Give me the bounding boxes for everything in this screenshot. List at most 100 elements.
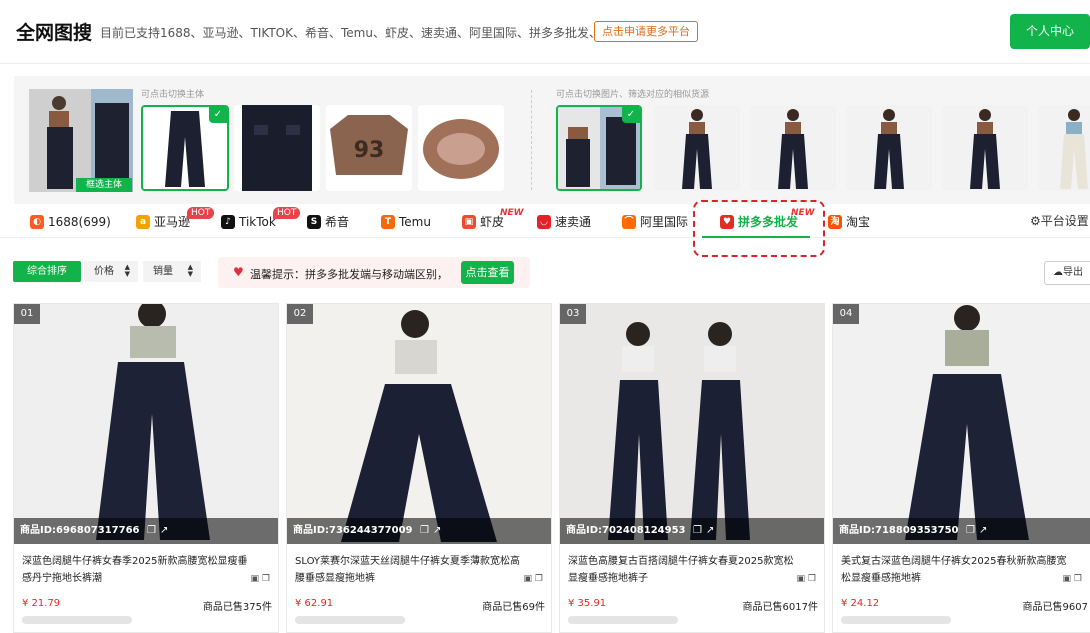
- external-link-icon[interactable]: ↗: [433, 525, 441, 536]
- product-image[interactable]: 02 商品ID:736244377009 ❐ ↗: [287, 304, 551, 544]
- product-title[interactable]: SLOY莱赛尔深蓝天丝阔腿牛仔裤女夏季薄款宽松高腰垂感显瘦拖地裤: [295, 553, 525, 587]
- hot-badge: HOT: [187, 207, 215, 219]
- copy-icon[interactable]: ❐: [147, 525, 156, 536]
- variant-3-graphic: [750, 105, 836, 191]
- image-search-icon[interactable]: ▣: [1063, 574, 1072, 584]
- tab-shopee[interactable]: ▣ 虾皮: [462, 205, 504, 238]
- platform-tabs: ◐ 1688(699) a 亚马逊 HOT ♪ TikTok HOT S 希音 …: [0, 205, 1090, 238]
- copy-icon[interactable]: ❐: [1074, 574, 1082, 584]
- variant-thumb-2[interactable]: [654, 105, 740, 191]
- cloud-download-icon: ☁: [1053, 267, 1063, 278]
- selected-check-icon: ✓: [622, 107, 640, 123]
- tab-shein[interactable]: S 希音: [307, 205, 349, 238]
- tab-temu[interactable]: T Temu: [381, 205, 431, 238]
- sort-sales-button[interactable]: 销量 ▲ ▼: [143, 261, 201, 282]
- tiktok-icon: ♪: [221, 214, 235, 229]
- sort-price-button[interactable]: 价格 ▲ ▼: [84, 261, 138, 282]
- view-details-button[interactable]: 点击查看: [461, 261, 514, 284]
- image-search-icon[interactable]: ▣: [797, 574, 806, 584]
- product-title[interactable]: 深蓝色阔腿牛仔裤女春季2025新款高腰宽松显瘦垂感丹宁拖地长裤潮: [22, 553, 252, 587]
- product-card[interactable]: 03 商品ID:702408124953 ❐ ↗ 深蓝色高腰复古百搭阔腿牛仔裤女春…: [559, 303, 825, 633]
- variant-thumb-6[interactable]: [1038, 105, 1090, 191]
- product-card[interactable]: 04 商品ID:718809353750 ❐ ↗ 美式复古深蓝色阔腿牛仔裤女202…: [832, 303, 1090, 633]
- action-icons: ▣ ❐: [797, 574, 816, 584]
- variant-thumb-1[interactable]: ✓: [556, 105, 642, 191]
- external-link-icon[interactable]: ↗: [160, 525, 168, 536]
- blurred-shop-name: [568, 616, 678, 624]
- product-sold-count: 商品已售9607: [1022, 602, 1088, 613]
- product-photo-4: [833, 304, 1090, 544]
- product-image[interactable]: 04 商品ID:718809353750 ❐ ↗: [833, 304, 1090, 544]
- product-title[interactable]: 美式复古深蓝色阔腿牛仔裤女2025春秋新款高腰宽松显瘦垂感拖地裤: [841, 553, 1071, 587]
- product-image[interactable]: 03 商品ID:702408124953 ❐ ↗: [560, 304, 824, 544]
- product-card[interactable]: 02 商品ID:736244377009 ❐ ↗ SLOY莱赛尔深蓝天丝阔腿牛仔裤…: [286, 303, 552, 633]
- 1688-icon: ◐: [30, 214, 44, 229]
- variant-thumb-5[interactable]: [942, 105, 1028, 191]
- platform-settings-button[interactable]: ⚙平台设置: [1030, 212, 1089, 229]
- copy-icon[interactable]: ❐: [693, 525, 702, 536]
- sort-arrows-icon: ▲ ▼: [187, 263, 193, 278]
- copy-icon[interactable]: ❐: [420, 525, 429, 536]
- frame-select-button[interactable]: 框选主体: [76, 178, 132, 192]
- external-link-icon[interactable]: ↗: [979, 525, 987, 536]
- page-title: 全网图搜: [16, 22, 93, 44]
- supported-platforms-text: 目前已支持1688、亚马逊、TIKTOK、希音、Temu、虾皮、速卖通、阿里国际…: [100, 26, 625, 40]
- variant-5-graphic: [942, 105, 1028, 191]
- subject-thumb-jeans-back[interactable]: [234, 105, 320, 191]
- copy-icon[interactable]: ❐: [808, 574, 816, 584]
- product-id-bar: 商品ID:702408124953 ❐ ↗: [560, 518, 824, 544]
- original-image[interactable]: [29, 89, 133, 192]
- product-price: ¥ 62.91: [295, 598, 334, 609]
- image-search-icon[interactable]: ▣: [251, 574, 260, 584]
- tab-aliexpress[interactable]: ◡ 速卖通: [537, 205, 591, 238]
- tshirt-graphic: 93: [326, 105, 412, 191]
- copy-icon[interactable]: ❐: [262, 574, 270, 584]
- notice-text: 温馨提示：拼多多批发端与移动端区别，: [250, 268, 448, 281]
- variant-thumb-4[interactable]: [846, 105, 932, 191]
- product-id: 商品ID:696807317766: [20, 525, 140, 536]
- switch-subject-hint: 可点击切换主体: [141, 90, 205, 100]
- product-image[interactable]: 01 商品ID:696807317766 ❐ ↗: [14, 304, 278, 544]
- tab-taobao[interactable]: 淘 淘宝: [828, 205, 870, 238]
- product-id-bar: 商品ID:718809353750 ❐ ↗: [833, 518, 1090, 544]
- product-id: 商品ID:702408124953: [566, 525, 686, 536]
- tab-label: 速卖通: [555, 215, 592, 229]
- tab-amazon[interactable]: a 亚马逊: [136, 205, 190, 238]
- apply-more-platforms-button[interactable]: 点击申请更多平台: [594, 21, 698, 42]
- sort-price-label: 价格: [94, 266, 114, 277]
- sort-arrows-icon: ▲ ▼: [124, 263, 130, 278]
- tab-label: TikTok: [239, 214, 276, 229]
- copy-icon[interactable]: ❐: [966, 525, 975, 536]
- tab-label: 淘宝: [846, 215, 871, 229]
- image-search-icon[interactable]: ▣: [524, 574, 533, 584]
- subject-thumb-jeans[interactable]: ✓: [141, 105, 229, 191]
- tab-alibaba[interactable]: ⌒ 阿里国际: [622, 205, 688, 238]
- tab-tiktok[interactable]: ♪ TikTok: [221, 205, 276, 238]
- tab-label: Temu: [399, 214, 431, 229]
- subject-thumb-fabric[interactable]: [418, 105, 504, 191]
- shopee-icon: ▣: [462, 214, 476, 229]
- variant-thumb-3[interactable]: [750, 105, 836, 191]
- rank-badge: 02: [287, 304, 313, 324]
- product-sold-count: 商品已售375件: [202, 602, 272, 613]
- amazon-icon: a: [136, 214, 150, 229]
- taobao-icon: 淘: [828, 214, 842, 229]
- rank-badge: 04: [833, 304, 859, 324]
- copy-icon[interactable]: ❐: [535, 574, 543, 584]
- subject-thumb-tshirt[interactable]: 93: [326, 105, 412, 191]
- export-button[interactable]: ☁导出: [1044, 261, 1090, 285]
- original-image-graphic: [29, 89, 133, 192]
- tab-1688[interactable]: ◐ 1688(699): [30, 205, 111, 238]
- product-card[interactable]: 01 商品ID:696807317766 ❐ ↗ 深蓝色阔腿牛仔裤女春季2025新…: [13, 303, 279, 633]
- shein-icon: S: [307, 214, 321, 229]
- export-label: 导出: [1063, 267, 1083, 278]
- personal-center-button[interactable]: 个人中心: [1010, 14, 1090, 49]
- product-price: ¥ 35.91: [568, 598, 607, 609]
- sort-comprehensive-button[interactable]: 综合排序: [13, 261, 81, 282]
- external-link-icon[interactable]: ↗: [706, 525, 714, 536]
- product-photo-2: [287, 304, 551, 544]
- highlight-box: [693, 200, 825, 257]
- fabric-graphic: [418, 105, 504, 191]
- product-price: ¥ 24.12: [841, 598, 880, 609]
- product-title[interactable]: 深蓝色高腰复古百搭阔腿牛仔裤女春夏2025款宽松显瘦垂感拖地裤子: [568, 553, 798, 587]
